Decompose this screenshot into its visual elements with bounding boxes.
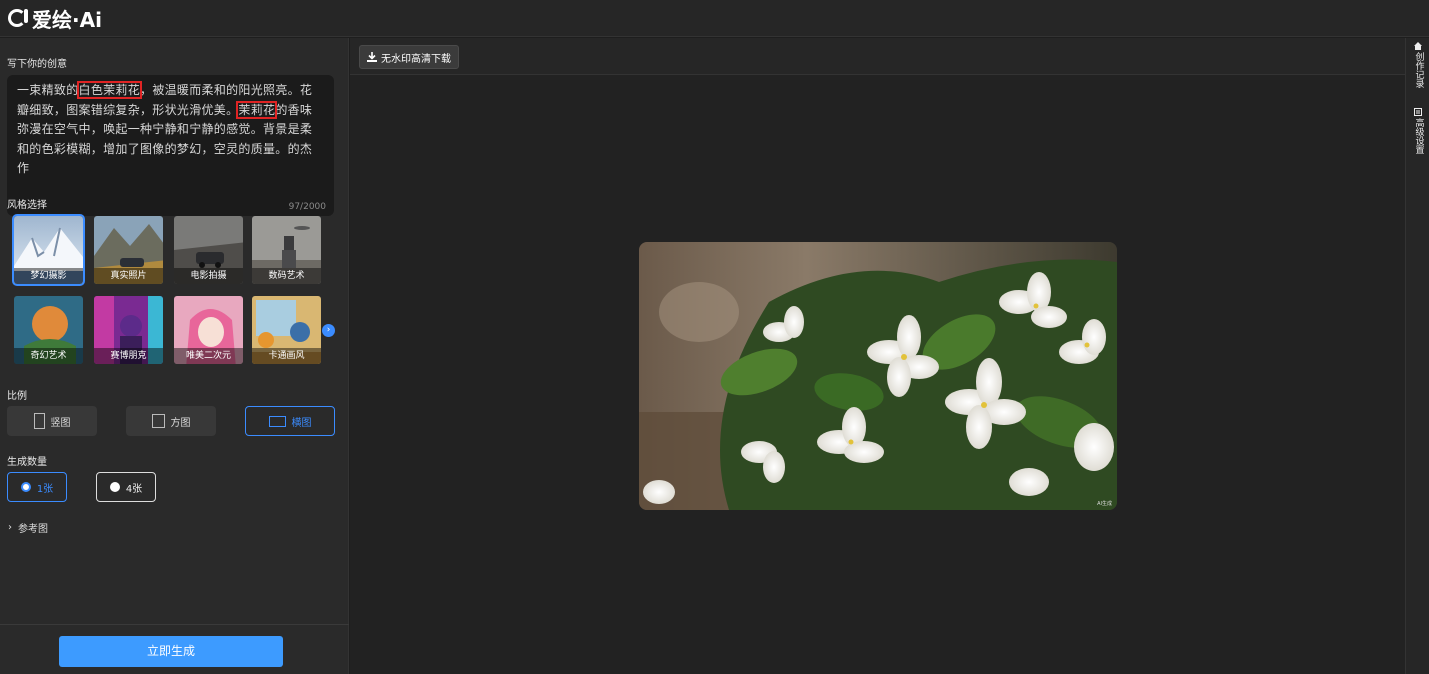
- ratio-label: 横图: [291, 417, 312, 429]
- count-section-title: 生成数量: [7, 457, 47, 468]
- style-label: 真实照片: [94, 268, 163, 284]
- history-label: 创作记录: [1413, 52, 1424, 88]
- ratio-label: 竖图: [50, 417, 71, 429]
- style-card-cyberpunk[interactable]: 赛博朋克: [92, 294, 165, 366]
- prompt-seg-1: 一束精致的: [17, 83, 79, 97]
- count-4-button[interactable]: 4张: [96, 472, 156, 502]
- count-1-button[interactable]: 1张: [7, 472, 67, 502]
- canvas-toolbar: 无水印高清下载: [350, 38, 1405, 75]
- style-card-cartoon[interactable]: 卡通画风: [250, 294, 323, 366]
- style-label: 赛博朋克: [94, 348, 163, 364]
- style-label: 梦幻摄影: [14, 268, 83, 284]
- style-card-digital-art[interactable]: 数码艺术: [250, 214, 323, 286]
- jasmine-image: [639, 242, 1117, 510]
- char-count: 97/2000: [288, 202, 326, 212]
- reference-image-toggle[interactable]: › 参考图: [8, 520, 48, 535]
- style-label: 数码艺术: [252, 268, 321, 284]
- download-icon: [367, 52, 377, 62]
- prompt-section-title: 写下你的创意: [7, 59, 67, 70]
- style-label: 唯美二次元: [174, 348, 243, 364]
- count-label: 4张: [125, 483, 143, 495]
- portrait-shape-icon: [33, 413, 45, 429]
- right-rail: 创作记录 高级设置: [1405, 38, 1429, 674]
- ratio-label: 方图: [170, 417, 191, 429]
- square-shape-icon: [151, 414, 165, 428]
- styles-more-button[interactable]: ›: [322, 324, 335, 337]
- radio-unselected-icon: [109, 482, 120, 492]
- style-card-fantasy[interactable]: 奇幻艺术: [12, 294, 85, 366]
- style-card-anime[interactable]: 唯美二次元: [172, 294, 245, 366]
- ratio-landscape-button[interactable]: 横图: [245, 406, 335, 436]
- logo-text: 爱绘·Ai: [32, 7, 102, 32]
- generated-image[interactable]: AI生成: [639, 242, 1117, 510]
- prompt-text: 一束精致的白色茉莉花，被温暖而柔和的阳光照亮。花瓣细致，图案错综复杂，形状光滑优…: [17, 81, 324, 179]
- ratio-section-title: 比例: [7, 391, 27, 402]
- download-label: 无水印高清下载: [381, 53, 451, 65]
- style-card-dream-photo[interactable]: 梦幻摄影: [12, 214, 85, 286]
- chevron-right-icon: ›: [8, 522, 12, 533]
- download-hd-button[interactable]: 无水印高清下载: [359, 45, 459, 69]
- top-bar: 爱绘·Ai: [0, 0, 1429, 37]
- image-watermark: AI生成: [1097, 501, 1112, 507]
- prompt-highlight-2: 茉莉花: [236, 100, 278, 119]
- radio-selected-icon: [20, 482, 31, 492]
- prompt-textarea[interactable]: 一束精致的白色茉莉花，被温暖而柔和的阳光照亮。花瓣细致，图案错综复杂，形状光滑优…: [7, 75, 334, 216]
- creation-history-button[interactable]: 创作记录: [1406, 42, 1429, 88]
- ratio-square-button[interactable]: 方图: [126, 406, 216, 436]
- logo-mark-icon: [8, 9, 28, 27]
- landscape-shape-icon: [268, 415, 286, 427]
- divider: [0, 624, 349, 625]
- app-logo[interactable]: 爱绘·Ai: [8, 4, 102, 33]
- prompt-highlight-1: 白色茉莉花: [76, 81, 143, 99]
- style-card-real-photo[interactable]: 真实照片: [92, 214, 165, 286]
- main-canvas: 无水印高清下载 AI生成: [350, 38, 1405, 674]
- chevron-right-icon: ›: [326, 325, 331, 335]
- generate-button[interactable]: 立即生成: [59, 636, 283, 667]
- style-label: 奇幻艺术: [14, 348, 83, 364]
- left-panel: 写下你的创意 一束精致的白色茉莉花，被温暖而柔和的阳光照亮。花瓣细致，图案错综复…: [0, 38, 349, 674]
- advanced-settings-button[interactable]: 高级设置: [1406, 108, 1429, 154]
- ratio-portrait-button[interactable]: 竖图: [7, 406, 97, 436]
- style-label: 卡通画风: [252, 348, 321, 364]
- advanced-label: 高级设置: [1413, 118, 1424, 154]
- style-label: 电影拍摄: [174, 268, 243, 284]
- style-card-movie[interactable]: 电影拍摄: [172, 214, 245, 286]
- reference-label: 参考图: [18, 524, 48, 535]
- style-section-title: 风格选择: [7, 200, 47, 211]
- settings-icon: [1414, 108, 1422, 116]
- count-label: 1张: [36, 483, 54, 495]
- home-icon: [1414, 42, 1422, 50]
